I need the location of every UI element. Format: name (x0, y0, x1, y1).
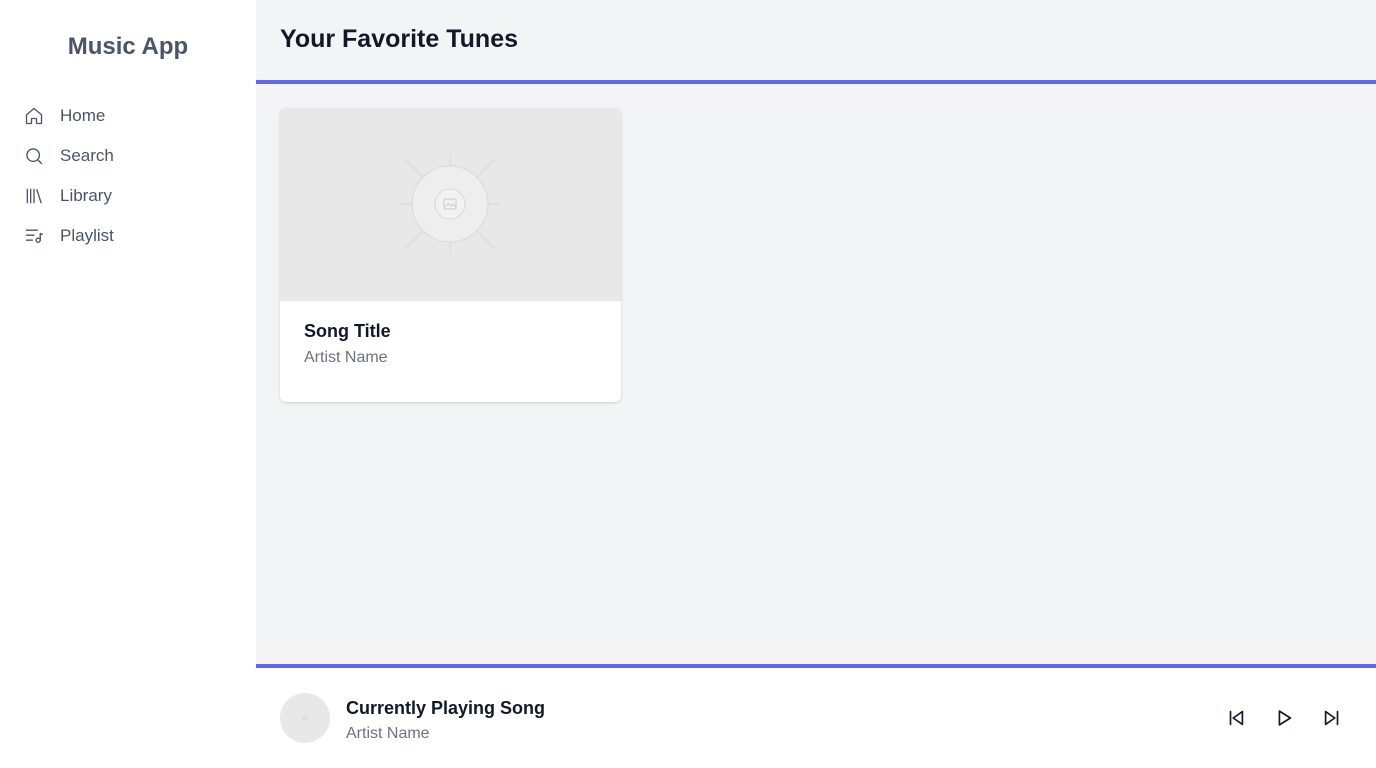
sidebar-item-label: Home (60, 106, 106, 125)
now-playing-title: Currently Playing Song (346, 698, 546, 718)
now-playing-thumbnail (280, 693, 330, 743)
sidebar-nav: Home Search Library Playlist (24, 100, 114, 260)
player-bar: Currently Playing Song Artist Name (256, 664, 1376, 768)
now-playing-artist: Artist Name (346, 725, 430, 742)
page-title: Your Favorite Tunes (280, 25, 519, 53)
album-art (280, 108, 621, 301)
play-icon[interactable] (1272, 706, 1296, 730)
main-header: Your Favorite Tunes (256, 0, 1376, 84)
image-placeholder-icon (400, 154, 500, 254)
song-title: Song Title (304, 321, 391, 341)
card-body: Song Title Artist Name (280, 301, 621, 387)
playlist-icon (24, 226, 44, 246)
home-icon (24, 106, 44, 126)
sidebar: Music App Home Search Library Playlist (0, 0, 256, 768)
sidebar-item-home[interactable]: Home (24, 100, 114, 132)
search-icon (24, 146, 44, 166)
sidebar-item-label: Search (60, 146, 114, 165)
app-title: Music App (67, 33, 189, 60)
next-icon[interactable] (1320, 706, 1344, 730)
sidebar-item-label: Library (60, 186, 112, 205)
song-card[interactable]: Song Title Artist Name (280, 108, 621, 402)
artist-name: Artist Name (304, 349, 388, 366)
previous-icon[interactable] (1224, 706, 1248, 730)
library-icon (24, 186, 44, 206)
sidebar-item-label: Playlist (60, 226, 114, 245)
sidebar-item-playlist[interactable]: Playlist (24, 220, 114, 252)
sidebar-item-library[interactable]: Library (24, 180, 114, 212)
player-controls (1224, 706, 1344, 730)
sidebar-item-search[interactable]: Search (24, 140, 114, 172)
